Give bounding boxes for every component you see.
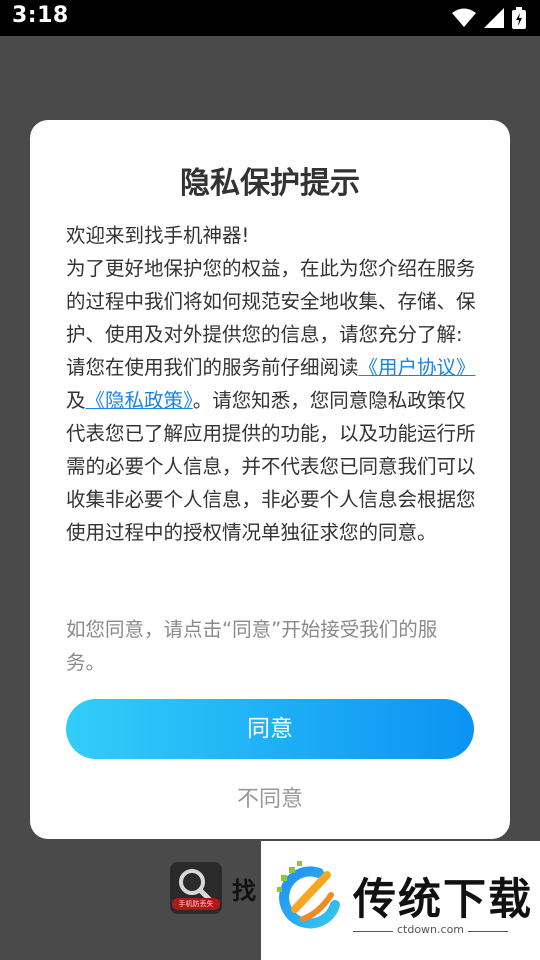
greeting-text: 欢迎来到找手机神器! xyxy=(66,224,250,247)
status-bar: 3:18 xyxy=(0,0,540,36)
status-icons xyxy=(452,7,526,29)
user-agreement-link[interactable]: 《用户协议》 xyxy=(359,356,476,379)
status-time: 3:18 xyxy=(12,3,69,28)
and-text: 及 xyxy=(66,389,86,412)
disagree-button[interactable]: 不同意 xyxy=(30,781,510,813)
privacy-dialog: 隐私保护提示 欢迎来到找手机神器! 为了更好地保护您的权益，在此为您介绍在服务的… xyxy=(30,120,510,839)
app-logo: 手机防丢失 xyxy=(170,862,222,914)
watermark-title: 传统下载 xyxy=(353,875,533,925)
signal-icon xyxy=(484,8,504,28)
read-prefix: 请您在使用我们的服务前仔细阅读 xyxy=(66,356,359,379)
read-paragraph: 请您在使用我们的服务前仔细阅读《用户协议》及《隐私政策》。请您知悉，您同意隐私政… xyxy=(66,351,476,549)
dialog-title: 隐私保护提示 xyxy=(180,166,360,201)
privacy-policy-link[interactable]: 《隐私政策》 xyxy=(86,389,193,412)
agree-button[interactable]: 同意 xyxy=(66,699,474,759)
background-app-title: 找 xyxy=(232,876,256,905)
consent-note: 如您同意，请点击“同意”开始接受我们的服务。 xyxy=(66,618,438,674)
wifi-icon xyxy=(452,8,476,27)
dialog-body[interactable]: 欢迎来到找手机神器! 为了更好地保护您的权益，在此为您介绍在服务的过程中我们将如… xyxy=(66,219,476,595)
watermark: 传统下载 ctdown.com xyxy=(261,841,540,960)
background-app-header: 手机防丢失 找 xyxy=(170,862,256,914)
read-suffix: 。请您知悉，您同意隐私政策仅代表您已了解应用提供的功能，以及功能运行所需的必要个… xyxy=(66,389,476,544)
app-logo-caption: 手机防丢失 xyxy=(172,898,220,910)
watermark-subtitle: ctdown.com xyxy=(396,923,465,936)
battery-charging-icon xyxy=(512,7,526,29)
watermark-line-right xyxy=(468,931,508,932)
intro-text: 为了更好地保护您的权益，在此为您介绍在服务的过程中我们将如何规范安全地收集、存储… xyxy=(66,257,476,346)
watermark-logo xyxy=(277,861,340,929)
